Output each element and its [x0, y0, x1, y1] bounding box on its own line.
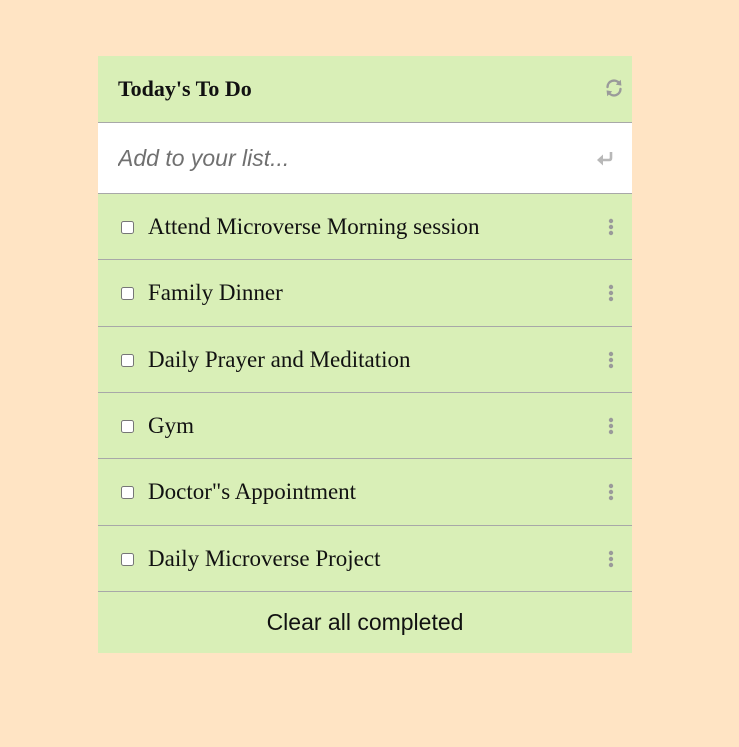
item-checkbox[interactable]: [121, 419, 134, 433]
more-vertical-icon[interactable]: [608, 284, 614, 302]
item-label[interactable]: Family Dinner: [148, 280, 283, 306]
todo-card: Today's To Do Attend Microverse Morning …: [98, 56, 632, 653]
item-label[interactable]: Daily Microverse Project: [148, 546, 380, 572]
item-label[interactable]: Daily Prayer and Meditation: [148, 347, 411, 373]
item-checkbox[interactable]: [121, 353, 134, 367]
add-item-row: [98, 123, 632, 194]
item-checkbox[interactable]: [121, 221, 134, 234]
list-item: Attend Microverse Morning session: [98, 194, 632, 261]
item-checkbox[interactable]: [121, 486, 134, 500]
item-checkbox[interactable]: [121, 552, 134, 566]
more-vertical-icon[interactable]: [608, 417, 614, 435]
more-vertical-icon[interactable]: [608, 351, 614, 369]
todo-list: Attend Microverse Morning session Family…: [98, 194, 632, 592]
enter-icon[interactable]: [596, 150, 614, 166]
todo-header: Today's To Do: [98, 56, 632, 123]
todo-footer: Clear all completed: [98, 592, 632, 653]
page-title: Today's To Do: [118, 76, 252, 101]
refresh-icon[interactable]: [604, 78, 624, 98]
list-item: Gym: [98, 393, 632, 460]
list-item: Daily Microverse Project: [98, 526, 632, 592]
item-label[interactable]: Gym: [148, 413, 194, 439]
clear-completed-button[interactable]: Clear all completed: [98, 592, 632, 653]
more-vertical-icon[interactable]: [608, 483, 614, 501]
item-label[interactable]: Attend Microverse Morning session: [148, 214, 480, 240]
item-checkbox[interactable]: [121, 287, 134, 301]
list-item: Daily Prayer and Meditation: [98, 327, 632, 393]
item-label[interactable]: Doctor"s Appointment: [148, 479, 356, 505]
add-item-input[interactable]: [118, 143, 578, 173]
more-vertical-icon[interactable]: [608, 550, 614, 568]
list-item: Family Dinner: [98, 260, 632, 327]
more-vertical-icon[interactable]: [608, 218, 614, 236]
list-item: Doctor"s Appointment: [98, 459, 632, 526]
